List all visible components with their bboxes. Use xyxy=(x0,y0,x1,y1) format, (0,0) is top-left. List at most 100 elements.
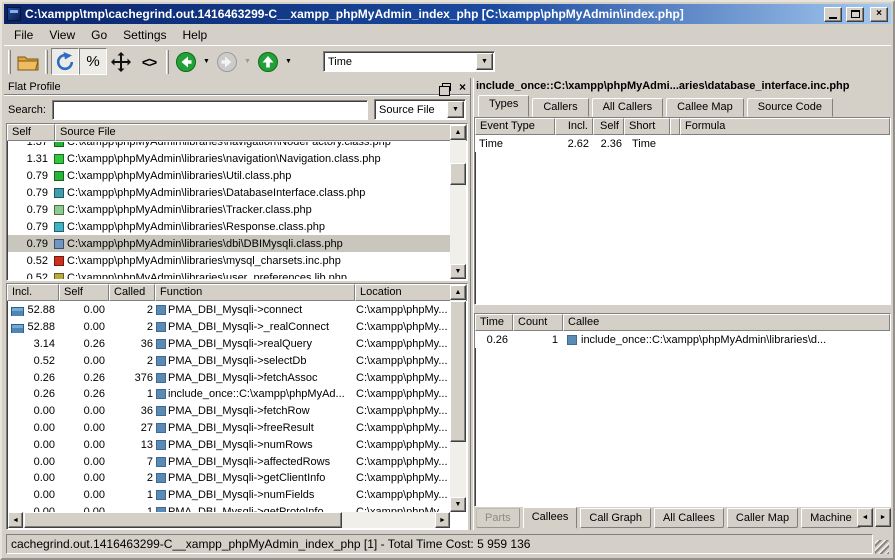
up-dropdown-button[interactable]: ▼ xyxy=(282,48,295,75)
table-row[interactable]: 0.26 1 include_once::C:\xampp\phpMyAdmin… xyxy=(475,331,890,348)
maximize-button[interactable] xyxy=(846,7,864,22)
function-icon xyxy=(567,335,577,345)
tab-machine[interactable]: Machine xyxy=(801,508,861,528)
minimize-button[interactable] xyxy=(824,7,842,22)
scrollbar-thumb[interactable] xyxy=(450,163,466,185)
list-item[interactable]: 1.37C:\xampp\phpMyAdmin\libraries\naviga… xyxy=(8,142,450,150)
forward-dropdown-button[interactable]: ▼ xyxy=(241,48,254,75)
table-row[interactable]: 0.260.26376PMA_DBI_Mysqli->fetchAssocC:\… xyxy=(8,369,450,386)
table-row[interactable]: 0.520.002PMA_DBI_Mysqli->selectDbC:\xamp… xyxy=(8,352,450,369)
reload-button[interactable] xyxy=(51,48,79,75)
percent-toggle-button[interactable]: % xyxy=(79,48,107,75)
tab-scroll-right-button[interactable]: ► xyxy=(875,508,891,527)
menu-help[interactable]: Help xyxy=(175,26,216,44)
list-item-selected[interactable]: 0.79C:\xampp\phpMyAdmin\libraries\dbi\DB… xyxy=(8,235,450,252)
column-header-self[interactable]: Self xyxy=(7,124,55,141)
column-header-event-type[interactable]: Event Type xyxy=(475,118,555,135)
tab-callers[interactable]: Callers xyxy=(532,98,588,117)
close-button[interactable]: × xyxy=(870,7,888,22)
list-item[interactable]: 1.31C:\xampp\phpMyAdmin\libraries\naviga… xyxy=(8,150,450,167)
combobox-arrow-button[interactable]: ▼ xyxy=(476,53,493,70)
column-header-time[interactable]: Time xyxy=(475,314,513,331)
column-header-function[interactable]: Function xyxy=(155,284,355,301)
vertical-scrollbar[interactable]: ▲ ▼ xyxy=(450,125,466,279)
scrollbar-thumb[interactable] xyxy=(24,512,342,528)
tab-scroll-left-button[interactable]: ◄ xyxy=(857,508,873,527)
scroll-up-button[interactable]: ▲ xyxy=(450,285,466,300)
combobox-arrow-button[interactable]: ▼ xyxy=(447,101,464,118)
event-type-combobox[interactable]: Time ▼ xyxy=(323,51,495,72)
expand-collapse-button[interactable]: <> xyxy=(135,48,163,75)
toolbar-handle[interactable] xyxy=(8,50,11,74)
list-item[interactable]: 0.52C:\xampp\phpMyAdmin\libraries\user_p… xyxy=(8,269,450,279)
tab-all-callees[interactable]: All Callees xyxy=(654,508,724,528)
search-input[interactable] xyxy=(52,100,368,120)
list-item[interactable]: 0.79C:\xampp\phpMyAdmin\libraries\Databa… xyxy=(8,184,450,201)
tab-source-code[interactable]: Source Code xyxy=(747,98,833,117)
column-header-self[interactable]: Self xyxy=(593,118,624,135)
tab-callees[interactable]: Callees xyxy=(523,507,578,529)
tab-call-graph[interactable]: Call Graph xyxy=(580,508,651,528)
scroll-down-button[interactable]: ▼ xyxy=(450,264,466,279)
scroll-left-button[interactable]: ◄ xyxy=(8,512,23,528)
resize-grip[interactable] xyxy=(875,540,889,554)
title-bar[interactable]: C:\xampp\tmp\cachegrind.out.1416463299-C… xyxy=(4,4,891,24)
table-row[interactable]: 52.880.002PMA_DBI_Mysqli->_realConnectC:… xyxy=(8,319,450,336)
table-row[interactable]: 0.000.001PMA_DBI_Mysqli->numFieldsC:\xam… xyxy=(8,487,450,504)
column-header-called[interactable]: Called xyxy=(109,284,155,301)
table-row[interactable]: 0.000.007PMA_DBI_Mysqli->affectedRowsC:\… xyxy=(8,453,450,470)
vertical-scrollbar[interactable]: ▲ ▼ xyxy=(450,285,466,512)
toolbar-handle[interactable] xyxy=(45,50,48,74)
incl-value: 0.00 xyxy=(8,472,60,484)
tab-caller-map[interactable]: Caller Map xyxy=(727,508,798,528)
column-header-callee[interactable]: Callee xyxy=(563,314,890,331)
column-header-formula[interactable]: Formula xyxy=(680,118,890,135)
table-row[interactable]: 0.000.0036PMA_DBI_Mysqli->fetchRowC:\xam… xyxy=(8,403,450,420)
back-button[interactable] xyxy=(172,48,200,75)
column-header-short[interactable]: Short xyxy=(624,118,670,135)
open-file-button[interactable] xyxy=(14,48,42,75)
scroll-down-button[interactable]: ▼ xyxy=(450,497,466,512)
up-button[interactable] xyxy=(254,48,282,75)
tab-types[interactable]: Types xyxy=(478,95,529,117)
scroll-up-button[interactable]: ▲ xyxy=(450,125,466,140)
table-row[interactable]: 0.260.261include_once::C:\xampp\phpMyAd.… xyxy=(8,386,450,403)
table-row[interactable]: 52.880.002PMA_DBI_Mysqli->connectC:\xamp… xyxy=(8,302,450,319)
table-row[interactable]: 0.000.002PMA_DBI_Mysqli->getClientInfoC:… xyxy=(8,470,450,487)
toolbar-handle[interactable] xyxy=(166,50,169,74)
menu-view[interactable]: View xyxy=(41,26,83,44)
column-header-incl[interactable]: Incl. xyxy=(7,284,59,301)
scroll-right-button[interactable]: ► xyxy=(435,512,450,528)
list-item[interactable]: 0.52C:\xampp\phpMyAdmin\libraries\mysql_… xyxy=(8,252,450,269)
function-icon xyxy=(156,423,166,433)
menu-settings[interactable]: Settings xyxy=(115,26,174,44)
menu-go[interactable]: Go xyxy=(83,26,115,44)
float-dock-icon[interactable] xyxy=(442,83,451,91)
location-value: C:\xampp\phpMy... xyxy=(356,338,450,350)
list-item[interactable]: 0.79C:\xampp\phpMyAdmin\libraries\Tracke… xyxy=(8,201,450,218)
column-header-count[interactable]: Count xyxy=(513,314,563,331)
list-item[interactable]: 0.79C:\xampp\phpMyAdmin\libraries\Respon… xyxy=(8,218,450,235)
menu-file[interactable]: File xyxy=(6,26,41,44)
column-header-incl[interactable]: Incl. xyxy=(555,118,593,135)
location-value: C:\xampp\phpMy... xyxy=(356,456,450,468)
column-header-self[interactable]: Self xyxy=(59,284,109,301)
table-row[interactable]: 3.140.2636PMA_DBI_Mysqli->realQueryC:\xa… xyxy=(8,336,450,353)
table-row[interactable]: 0.000.0027PMA_DBI_Mysqli->freeResultC:\x… xyxy=(8,420,450,437)
tab-all-callers[interactable]: All Callers xyxy=(592,98,664,117)
list-item[interactable]: 0.79C:\xampp\phpMyAdmin\libraries\Util.c… xyxy=(8,167,450,184)
horizontal-scrollbar[interactable]: ◄ ► xyxy=(8,512,450,528)
column-header-source-file[interactable]: Source File xyxy=(55,124,467,141)
dock-close-icon[interactable]: × xyxy=(459,81,466,93)
group-by-combobox[interactable]: Source File ▼ xyxy=(374,99,466,120)
pan-mode-button[interactable] xyxy=(107,48,135,75)
table-row[interactable]: 0.000.0013PMA_DBI_Mysqli->numRowsC:\xamp… xyxy=(8,436,450,453)
scrollbar-thumb[interactable] xyxy=(450,301,466,442)
table-row[interactable]: 0.000.001PMA_DBI_Mysqli->getProtoInfoC:\… xyxy=(8,504,450,512)
forward-button[interactable] xyxy=(213,48,241,75)
dock-header[interactable]: Flat Profile × xyxy=(4,78,470,96)
tab-callee-map[interactable]: Callee Map xyxy=(666,98,744,117)
tab-parts[interactable]: Parts xyxy=(476,508,520,528)
table-row[interactable]: Time 2.62 2.36 Time xyxy=(475,135,890,152)
back-dropdown-button[interactable]: ▼ xyxy=(200,48,213,75)
